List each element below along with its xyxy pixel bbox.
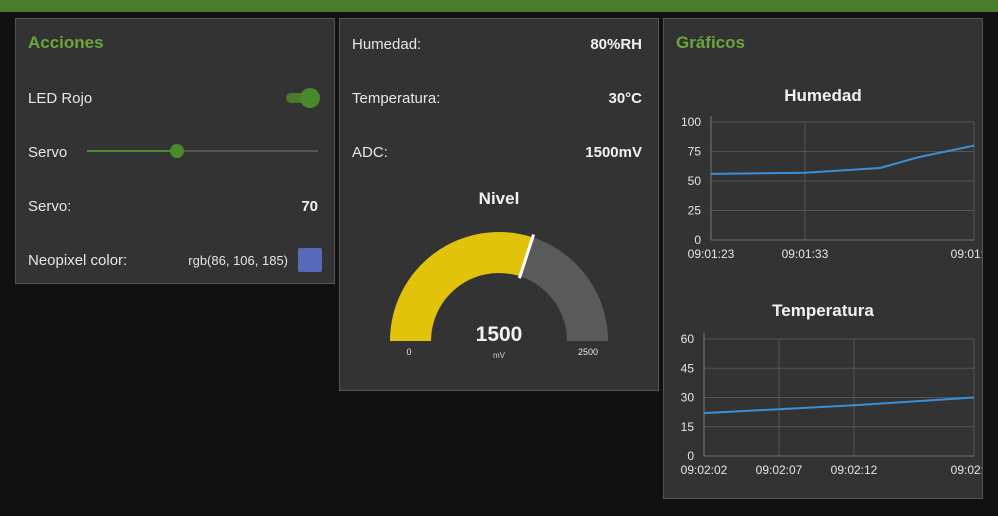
temperatura-value: 30°C [608, 89, 642, 107]
gauge-max-label: 2500 [578, 347, 598, 357]
y-tick-label: 0 [694, 233, 701, 247]
servo-slider-fill [87, 150, 177, 152]
neopixel-color-swatch[interactable] [298, 248, 322, 272]
servo-value-row: Servo: 70 [28, 194, 322, 218]
y-tick-label: 0 [687, 449, 694, 463]
neopixel-value: rgb(86, 106, 185) [188, 252, 288, 268]
led-row: LED Rojo [28, 86, 322, 110]
temperatura-chart: Temperatura 60 45 30 15 009:02:02 09:02:07 09:0… [681, 301, 982, 477]
y-tick-label: 75 [688, 145, 702, 159]
temperatura-label: Temperatura: [352, 89, 441, 107]
nivel-gauge: Nivel 1500 mV 0 2500 [390, 189, 608, 360]
servo-value: 70 [301, 197, 318, 215]
x-tick-label: 09:02:02 [681, 463, 728, 477]
y-tick-label: 100 [681, 115, 701, 129]
x-tick-label: 09:02:12 [831, 463, 878, 477]
neopixel-row: Neopixel color: rgb(86, 106, 185) [28, 248, 322, 272]
chart-title: Humedad [784, 86, 861, 105]
led-label: LED Rojo [28, 89, 93, 107]
adc-value: 1500mV [585, 143, 642, 161]
x-tick-label: 09:02:20 [951, 463, 982, 477]
servo-slider[interactable] [87, 144, 318, 158]
gauge-title: Nivel [479, 189, 520, 208]
chart-title: Temperatura [772, 301, 874, 320]
top-bar [0, 0, 998, 12]
y-tick-label: 30 [681, 391, 695, 405]
servo-slider-label: Servo [28, 143, 68, 161]
neopixel-picker: rgb(86, 106, 185) [188, 248, 322, 272]
y-tick-label: 50 [688, 174, 702, 188]
acciones-title: Acciones [28, 33, 104, 52]
y-tick-label: 25 [688, 204, 702, 218]
neopixel-label: Neopixel color: [28, 251, 128, 269]
temperatura-row: Temperatura: 30°C [352, 86, 646, 110]
adc-row: ADC: 1500mV [352, 140, 646, 164]
humedad-value: 80%RH [590, 35, 642, 53]
y-tick-label: 45 [681, 361, 695, 375]
graficos-card: Gráficos Humedad 100 75 50 25 0 09:01:23 09:01:… [663, 18, 983, 499]
gauge-min-label: 0 [406, 347, 411, 357]
toggle-knob[interactable] [300, 88, 320, 108]
x-tick-label: 09:01:23 [688, 247, 735, 261]
x-tick-label: 09:01:51 [951, 247, 982, 261]
adc-label: ADC: [352, 143, 388, 161]
sensores-card: Humedad: 80%RH Temperatura: 30°C ADC: 15… [339, 18, 659, 391]
humedad-row: Humedad: 80%RH [352, 32, 646, 56]
gauge-unit: mV [493, 351, 506, 360]
acciones-card: Acciones LED Rojo Servo Servo: 70 Neopix… [15, 18, 335, 284]
servo-label: Servo: [28, 197, 72, 215]
x-tick-label: 09:01:33 [782, 247, 829, 261]
series-line [703, 396, 975, 415]
x-tick-label: 09:02:07 [756, 463, 803, 477]
graficos-title: Gráficos [676, 33, 745, 52]
series-line [710, 144, 975, 175]
y-tick-label: 60 [681, 332, 695, 346]
gauge-value-text: 1500 [476, 323, 523, 346]
led-toggle[interactable] [286, 88, 320, 108]
humedad-chart: Humedad 100 75 50 25 009:01:23 09:01:33 09:01:5… [681, 86, 982, 261]
servo-slider-thumb[interactable] [169, 144, 184, 158]
humedad-label: Humedad: [352, 35, 422, 53]
y-tick-label: 15 [681, 420, 695, 434]
